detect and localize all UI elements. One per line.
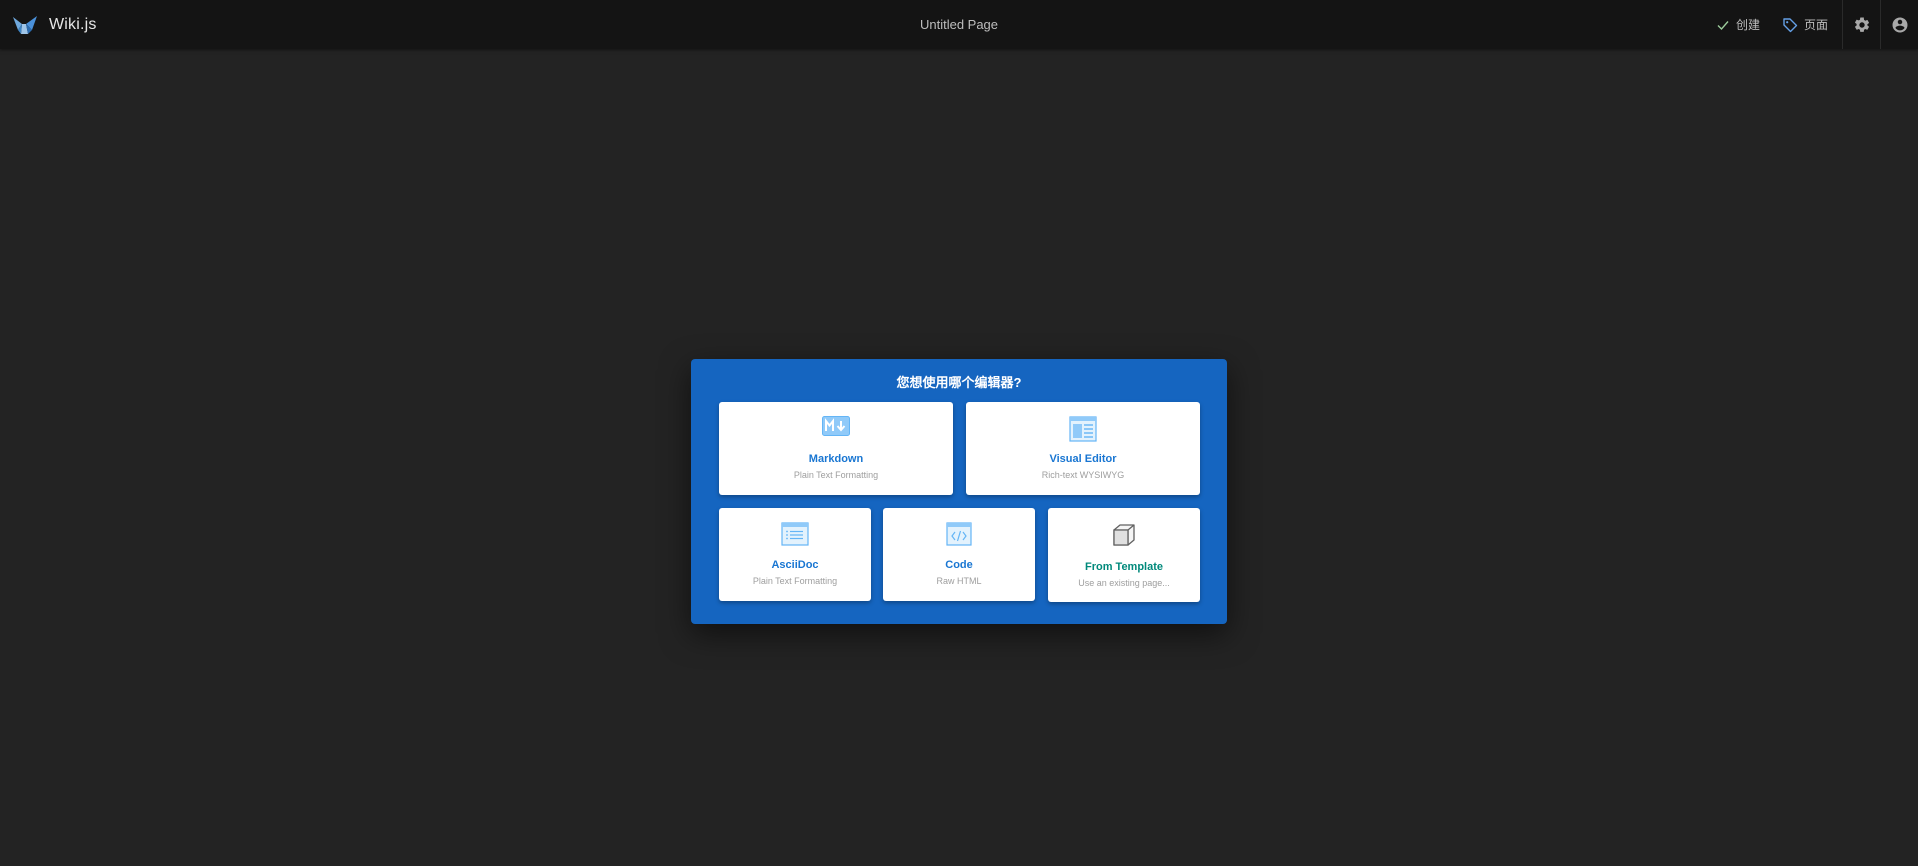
code-icon [946, 522, 972, 546]
markdown-label: Markdown [808, 453, 864, 465]
wikijs-logo-icon [13, 15, 37, 34]
tag-icon [1783, 17, 1798, 32]
template-cube-icon [1113, 524, 1135, 546]
code-label: Code [945, 559, 973, 571]
visual-editor-card[interactable]: Visual Editor Rich-text WYSIWYG [966, 402, 1200, 495]
gear-icon [1854, 16, 1869, 32]
dialog-title: 您想使用哪个编辑器? [896, 375, 1022, 390]
page-title: Untitled Page [919, 17, 999, 32]
asciidoc-icon [781, 522, 809, 546]
page-button-label: 页面 [1803, 18, 1828, 32]
create-button[interactable]: 创建 [1706, 0, 1772, 49]
visual-editor-icon [1069, 416, 1097, 442]
check-icon [1717, 20, 1729, 30]
brand-home-link[interactable]: Wiki.js [0, 0, 97, 49]
markdown-sublabel: Plain Text Formatting [793, 470, 879, 480]
app-name: Wiki.js [49, 15, 97, 33]
toolbar-actions: 创建 页面 [1706, 0, 1918, 49]
code-editor-card[interactable]: Code Raw HTML [883, 508, 1035, 601]
page-properties-button[interactable]: 页面 [1772, 0, 1842, 49]
account-circle-icon [1892, 17, 1907, 32]
account-button[interactable] [1881, 0, 1918, 49]
editor-selection-dialog: 您想使用哪个编辑器? Markdown Plain Text Formattin… [691, 359, 1227, 624]
create-button-label: 创建 [1735, 18, 1760, 32]
markdown-icon [822, 416, 850, 436]
from-template-sublabel: Use an existing page... [1078, 578, 1170, 588]
asciidoc-label: AsciiDoc [771, 559, 819, 571]
code-sublabel: Raw HTML [936, 576, 982, 586]
asciidoc-sublabel: Plain Text Formatting [752, 576, 838, 586]
from-template-label: From Template [1084, 561, 1164, 573]
asciidoc-editor-card[interactable]: AsciiDoc Plain Text Formatting [719, 508, 871, 601]
from-template-card[interactable]: From Template Use an existing page... [1048, 508, 1200, 602]
markdown-editor-card[interactable]: Markdown Plain Text Formatting [719, 402, 953, 495]
settings-button[interactable] [1843, 0, 1880, 49]
top-app-bar: Wiki.js Untitled Page 创建 页面 [0, 0, 1918, 49]
visual-editor-sublabel: Rich-text WYSIWYG [1041, 470, 1125, 480]
visual-editor-label: Visual Editor [1049, 453, 1117, 465]
